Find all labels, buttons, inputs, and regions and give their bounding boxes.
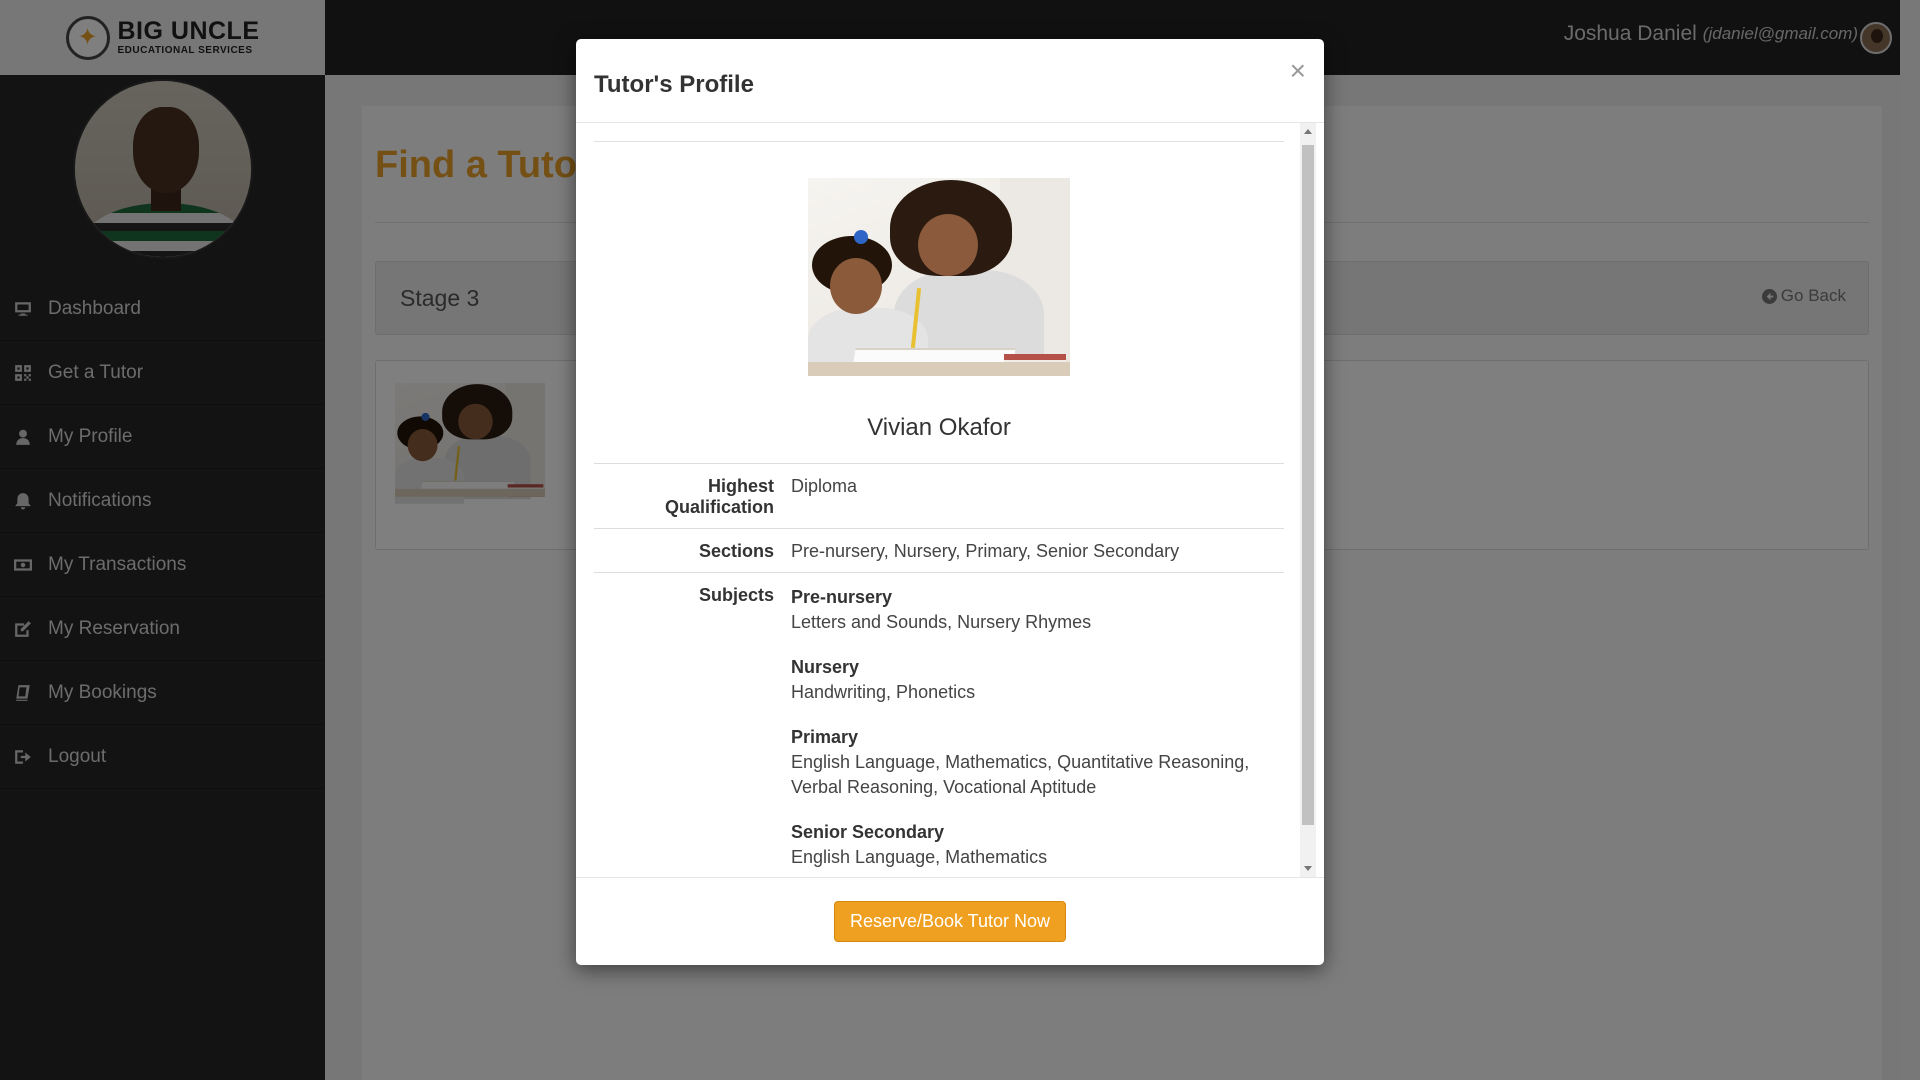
scroll-down-icon[interactable] xyxy=(1304,866,1312,871)
subject-group: Senior Secondary English Language, Mathe… xyxy=(791,820,1276,870)
subject-section: Pre-nursery xyxy=(791,587,893,607)
subject-section: Senior Secondary xyxy=(791,822,945,842)
modal-title: Tutor's Profile xyxy=(594,71,754,98)
subject-group: Nursery Handwriting, Phonetics xyxy=(791,655,1276,705)
subject-group: Pre-nursery Letters and Sounds, Nursery … xyxy=(791,585,1276,635)
subject-list: English Language, Mathematics, Quantitat… xyxy=(791,752,1250,797)
modal-body: Vivian Okafor Highest Qualification Dipl… xyxy=(576,123,1324,877)
subject-list: Handwriting, Phonetics xyxy=(791,682,976,702)
subject-section: Primary xyxy=(791,727,859,747)
subject-section: Nursery xyxy=(791,657,860,677)
tutor-name: Vivian Okafor xyxy=(867,414,1011,441)
scroll-up-icon[interactable] xyxy=(1304,129,1312,134)
subjects-value: Pre-nursery Letters and Sounds, Nursery … xyxy=(791,585,1284,877)
close-icon[interactable]: × xyxy=(1290,57,1306,85)
table-row: Highest Qualification Diploma xyxy=(594,463,1284,528)
qualification-value: Diploma xyxy=(791,476,858,496)
sections-label: Sections xyxy=(698,541,774,561)
subject-group: Primary English Language, Mathematics, Q… xyxy=(791,725,1276,800)
subjects-label: Subjects xyxy=(698,585,774,605)
modal-header: Tutor's Profile × xyxy=(576,39,1324,123)
tutor-info-table: Highest Qualification Diploma Sections P… xyxy=(594,463,1284,877)
tutor-photo xyxy=(808,178,1070,376)
subject-list: English Language, Mathematics xyxy=(791,847,1048,867)
scrollbar-thumb[interactable] xyxy=(1302,145,1314,825)
divider xyxy=(594,141,1284,142)
modal-footer: Reserve/Book Tutor Now xyxy=(576,877,1324,965)
qualification-label: Highest Qualification xyxy=(664,476,774,517)
table-row: Sections Pre-nursery, Nursery, Primary, … xyxy=(594,528,1284,572)
reserve-book-tutor-button[interactable]: Reserve/Book Tutor Now xyxy=(833,901,1067,942)
table-row: Subjects Pre-nursery Letters and Sounds,… xyxy=(594,572,1284,877)
subject-list: Letters and Sounds, Nursery Rhymes xyxy=(791,612,1092,632)
sections-value: Pre-nursery, Nursery, Primary, Senior Se… xyxy=(791,541,1180,561)
tutor-profile-modal: Tutor's Profile × Vivian Okafor Highest … xyxy=(576,39,1324,965)
modal-scrollbar[interactable] xyxy=(1300,123,1316,877)
